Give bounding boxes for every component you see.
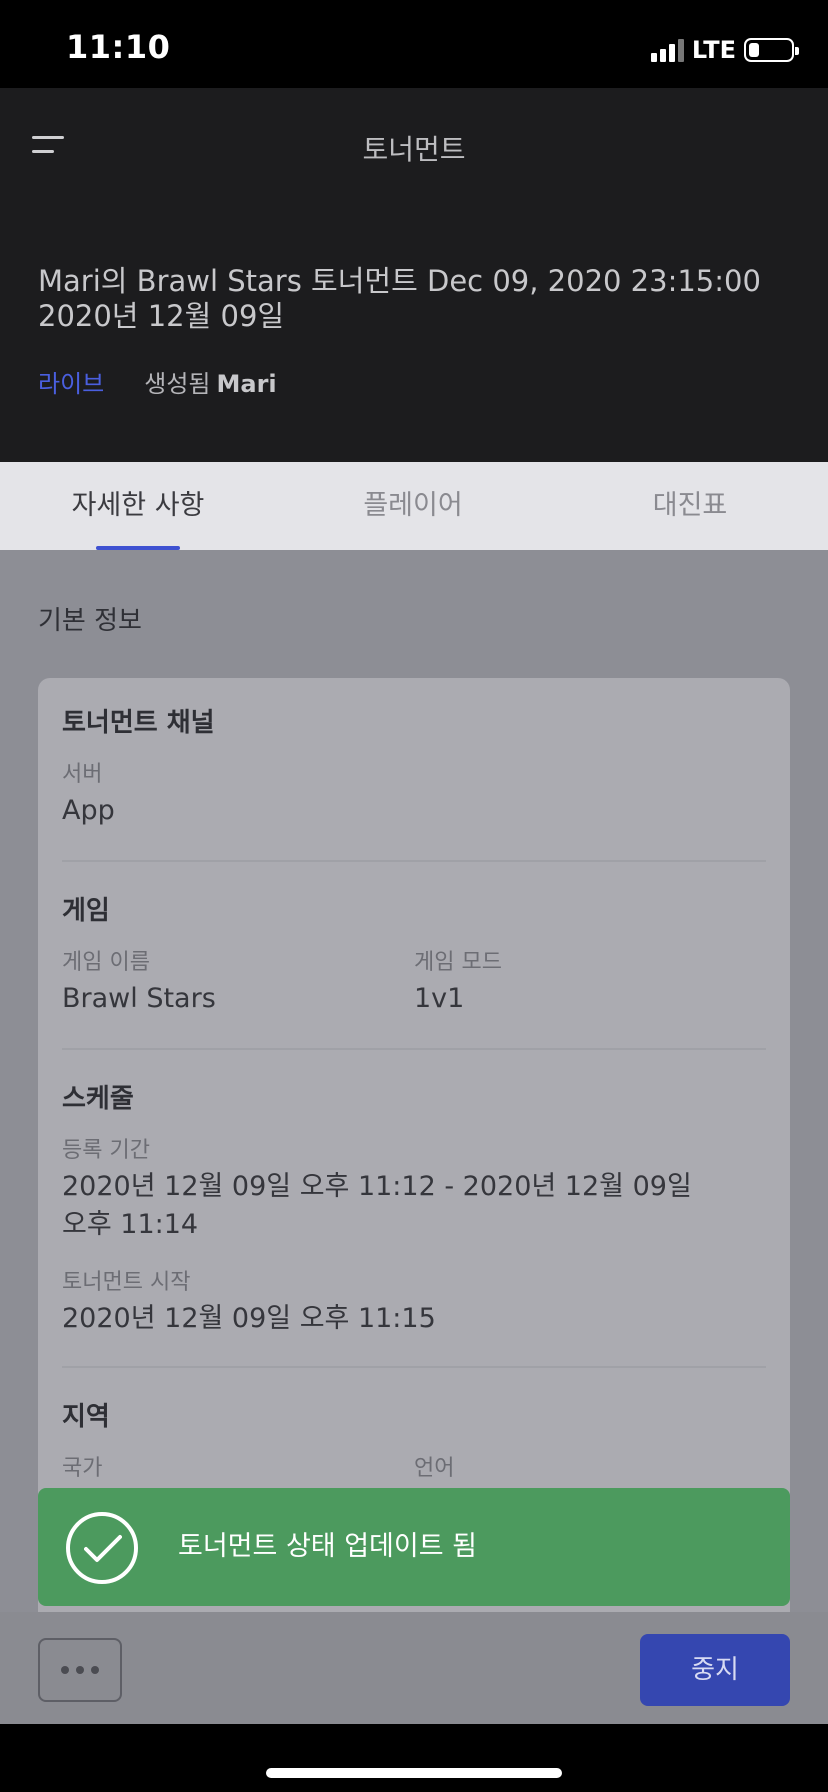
tournament-name: Mari의 Brawl Stars 토너먼트 Dec 09, 2020 23:1… [38, 264, 761, 333]
schedule-title: 스케줄 [62, 1084, 134, 1114]
divider [62, 1048, 766, 1050]
server-value: App [62, 795, 115, 826]
section-title: 기본 정보 [38, 606, 142, 636]
game-title: 게임 [62, 896, 110, 926]
language-label: 언어 [414, 1456, 455, 1481]
page-title: 토너먼트 [362, 133, 466, 166]
registration-label: 등록 기간 [62, 1138, 150, 1163]
toast-message: 토너먼트 상태 업데이트 됨 [178, 1531, 477, 1562]
creator-name: Mari [216, 370, 277, 398]
region-title: 지역 [62, 1402, 110, 1432]
country-label: 국가 [62, 1456, 103, 1481]
tab-players[interactable]: 플레이어 [313, 462, 513, 550]
bottom-action-bar: 중지 [0, 1612, 828, 1724]
status-indicators: LTE [650, 36, 799, 64]
status-time: 11:10 [66, 28, 171, 66]
more-options-button[interactable] [38, 1638, 122, 1702]
home-indicator[interactable] [266, 1768, 562, 1778]
stop-button[interactable]: 중지 [640, 1634, 790, 1706]
created-label: 생성됨 [144, 370, 211, 398]
details-content: 기본 정보 토너먼트 채널 서버 App 게임 게임 이름 Brawl Star… [0, 550, 828, 1612]
server-label: 서버 [62, 762, 103, 787]
home-area [0, 1724, 828, 1792]
game-mode-label: 게임 모드 [414, 950, 502, 975]
channel-title: 토너먼트 채널 [62, 708, 215, 738]
network-label: LTE [691, 36, 736, 64]
divider [62, 860, 766, 862]
more-dots-icon [61, 1666, 69, 1674]
battery-icon [744, 38, 799, 62]
success-toast: 토너먼트 상태 업데이트 됨 [38, 1488, 790, 1606]
game-name-value: Brawl Stars [62, 983, 216, 1014]
start-label: 토너먼트 시작 [62, 1270, 191, 1295]
check-icon [66, 1512, 138, 1584]
created-by: 생성됨 Mari [144, 364, 276, 399]
tab-bar: 자세한 사항 플레이어 대진표 [0, 462, 828, 550]
start-value: 2020년 12월 09일 오후 11:15 [62, 1303, 436, 1334]
status-bar: 11:10 LTE [0, 0, 828, 88]
divider [62, 1366, 766, 1368]
tab-details[interactable]: 자세한 사항 [38, 462, 238, 550]
tournament-header: 토너먼트 Mari의 Brawl Stars 토너먼트 Dec 09, 2020… [0, 88, 828, 462]
tab-bracket[interactable]: 대진표 [590, 462, 790, 550]
signal-icon [650, 38, 684, 62]
registration-value: 2020년 12월 09일 오후 11:12 - 2020년 12월 09일 오… [62, 1171, 692, 1240]
game-name-label: 게임 이름 [62, 950, 150, 975]
game-mode-value: 1v1 [414, 983, 465, 1014]
status-badge: 라이브 [38, 370, 105, 398]
info-card: 토너먼트 채널 서버 App 게임 게임 이름 Brawl Stars 게임 모… [38, 678, 790, 1612]
tournament-meta: 라이브 생성됨 Mari [38, 364, 277, 399]
